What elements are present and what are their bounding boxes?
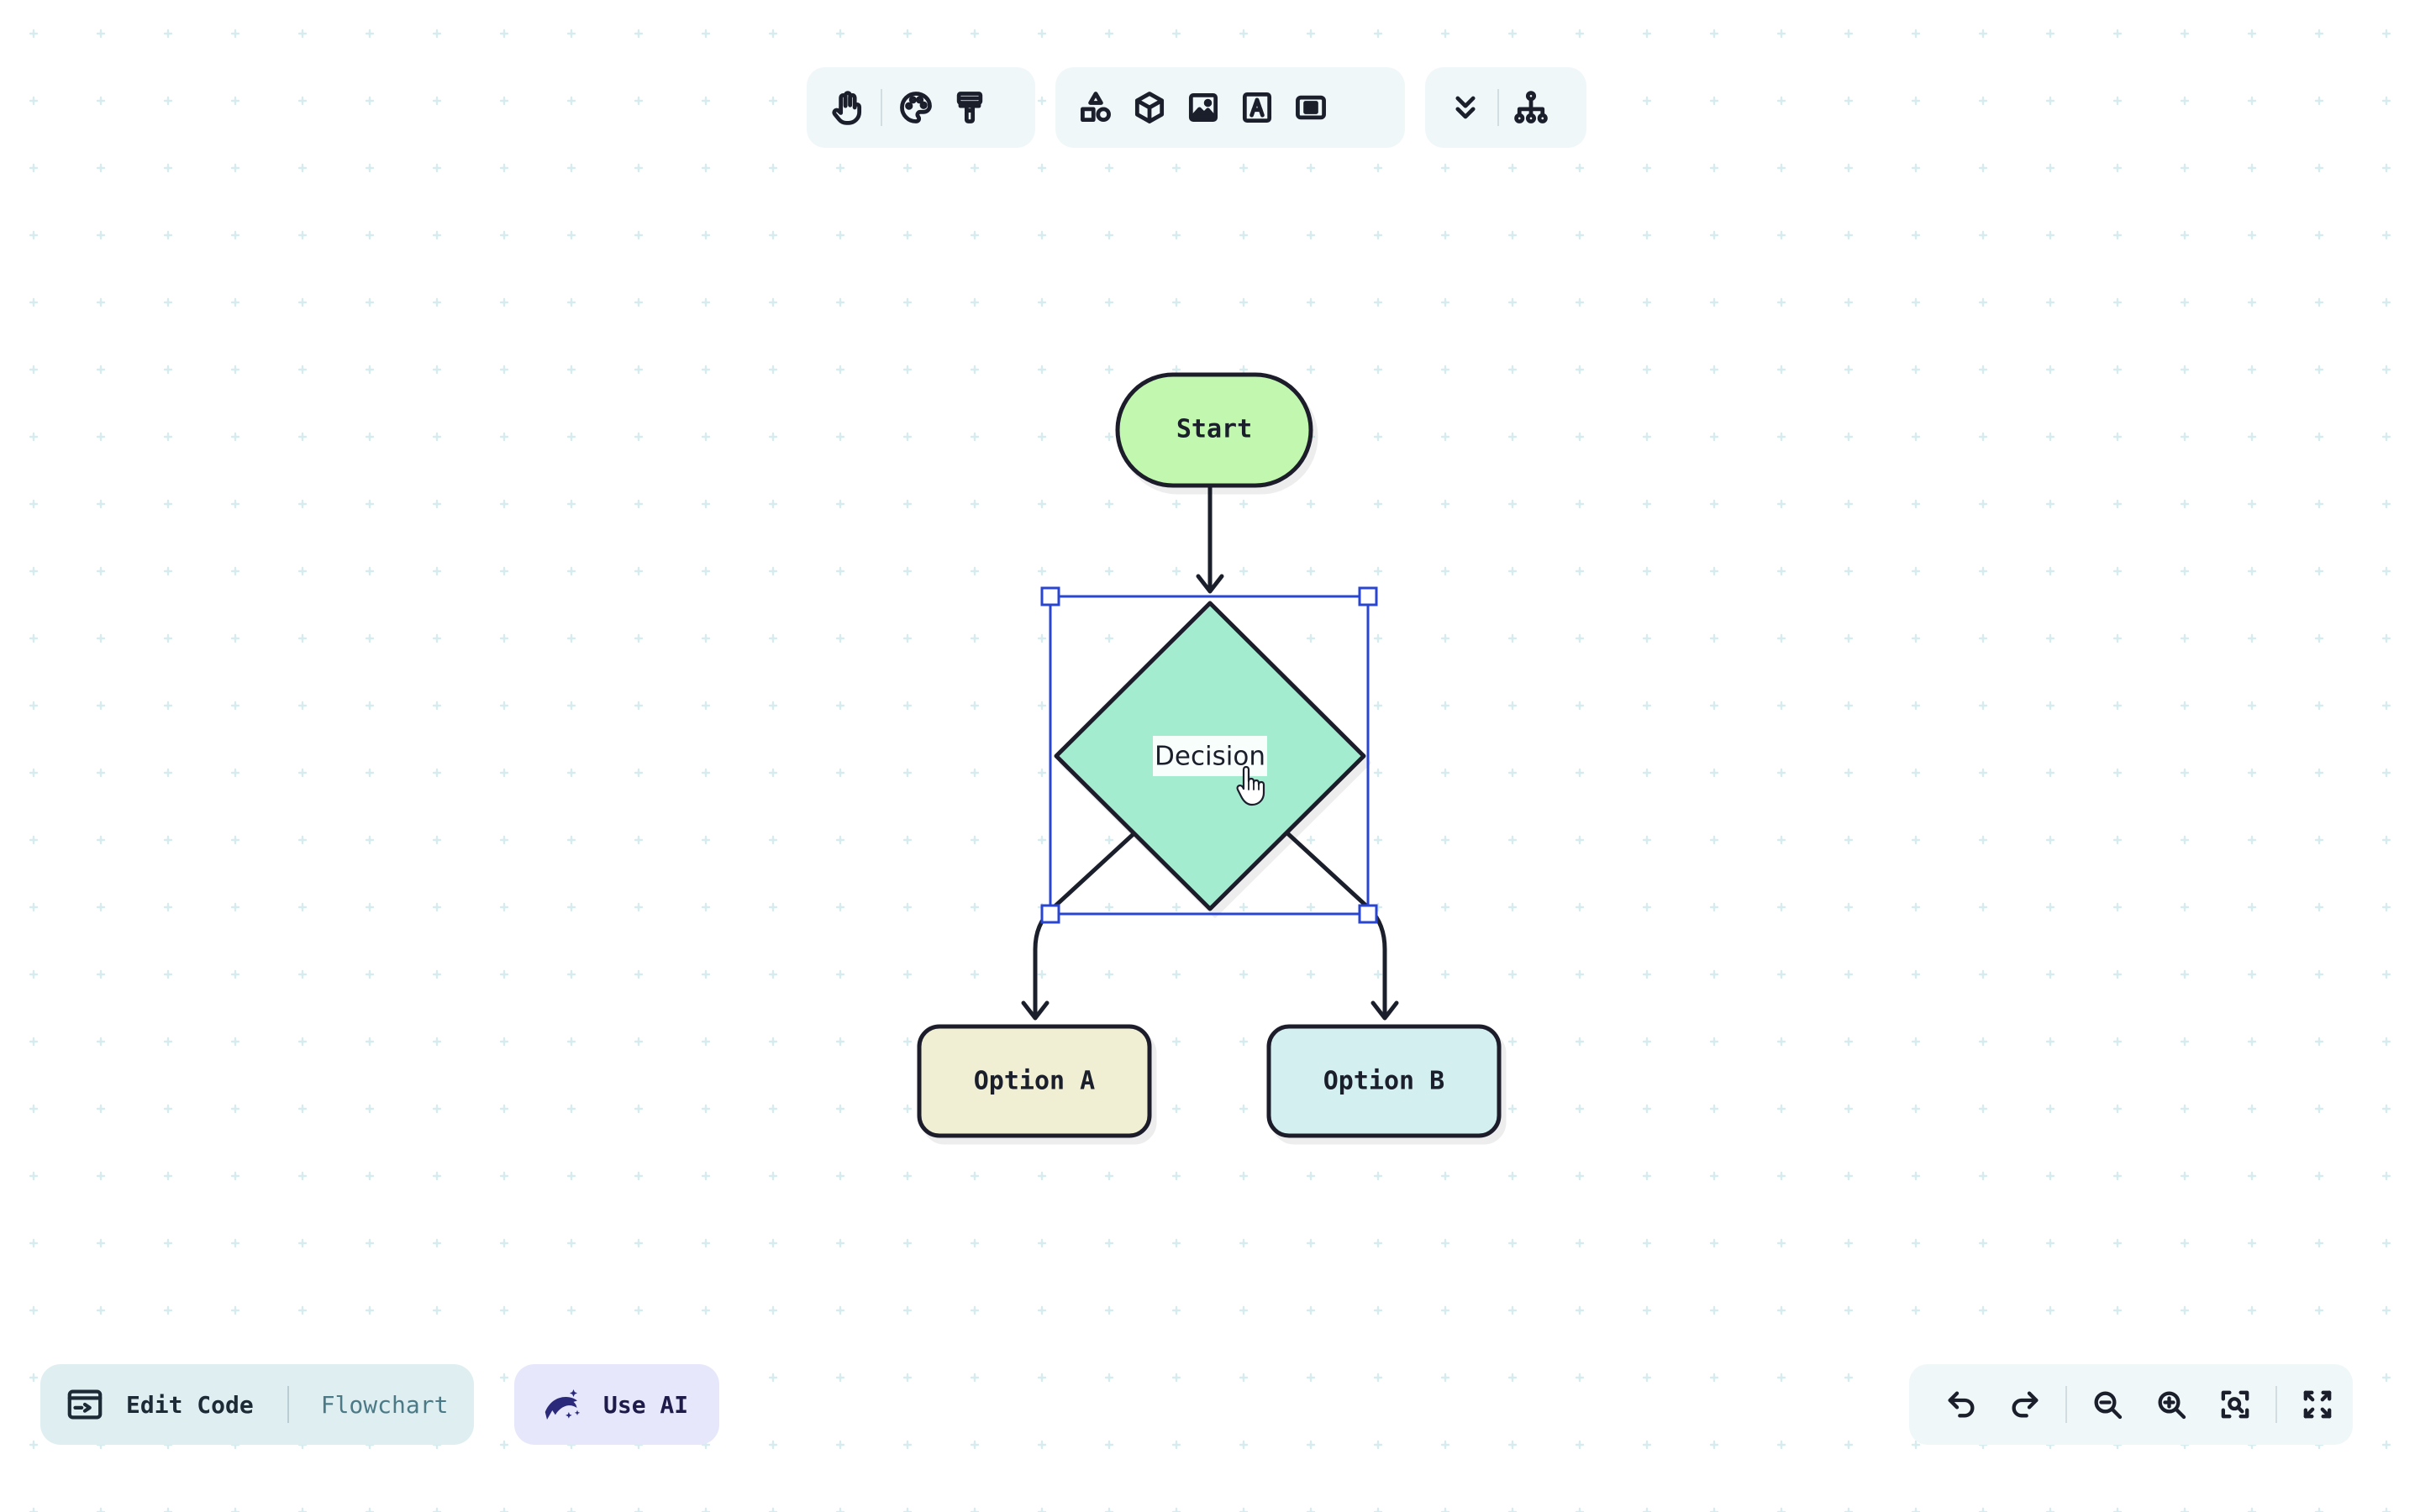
node-option-a-label: Option A [974,1067,1096,1096]
auto-layout-button[interactable] [1504,81,1558,134]
shapes-icon [1081,92,1111,123]
hierarchy-icon [1514,91,1548,123]
toolbar-group-misc [1425,67,1586,148]
undo-icon [1948,1391,1975,1418]
text-icon [1242,92,1272,123]
fullscreen-icon [2303,1390,2332,1419]
fullscreen-button[interactable] [2286,1378,2349,1431]
color-palette-button[interactable] [889,81,943,134]
node-option-b-label: Option B [1323,1067,1445,1096]
node-option-b[interactable]: Option B [1266,1024,1502,1138]
palette-icon [900,92,932,123]
diagram-type-label[interactable]: Flowchart [321,1391,449,1419]
toolbar-group-insert [1055,67,1405,148]
shapes-tool-button[interactable] [1069,81,1123,134]
hand-icon [832,91,862,125]
chevrons-down-icon [1455,96,1476,119]
zoom-out-icon [2094,1391,2123,1420]
paint-roller-icon [956,92,983,123]
zoom-in-button[interactable] [2139,1378,2203,1431]
edit-code-panel: Edit Code Flowchart [40,1364,474,1445]
zoom-to-fit-button[interactable] [2203,1378,2267,1431]
undo-button[interactable] [1929,1378,1993,1431]
3d-shape-tool-button[interactable] [1123,81,1176,134]
use-ai-button[interactable]: Use AI [514,1364,719,1445]
frame-tool-button[interactable] [1284,81,1338,134]
hand-tool-button[interactable] [820,81,874,134]
toolbar-separator [881,89,882,126]
image-icon [1188,92,1218,123]
zoom-out-button[interactable] [2075,1378,2139,1431]
resize-handle-top-right[interactable] [1358,586,1378,606]
redo-icon [2012,1391,2039,1418]
toolbar-separator [1497,89,1499,126]
format-painter-button[interactable] [943,81,997,134]
toolbar-group-navigation [807,67,1035,148]
ai-dolphin-icon [539,1382,585,1427]
resize-handle-bottom-left[interactable] [1040,904,1060,924]
diagram-canvas[interactable]: Start Decision Option A Option B [0,0,2420,1512]
view-controls [1909,1364,2353,1445]
cube-icon [1134,92,1165,123]
text-tool-button[interactable] [1230,81,1284,134]
resize-handle-top-left[interactable] [1040,586,1060,606]
image-tool-button[interactable] [1176,81,1230,134]
zoom-fit-icon [2221,1390,2249,1419]
toolbar-separator [2065,1386,2067,1423]
node-option-a[interactable]: Option A [917,1024,1152,1138]
use-ai-label: Use AI [603,1390,689,1419]
redo-button[interactable] [1993,1378,2057,1431]
panel-separator [287,1386,289,1423]
code-editor-icon [66,1385,104,1424]
frame-icon [1296,95,1326,120]
more-tools-button[interactable] [1439,81,1492,134]
resize-handle-bottom-right[interactable] [1358,904,1378,924]
toolbar-separator [2275,1386,2277,1423]
node-start-label: Start [1176,415,1252,444]
zoom-in-icon [2158,1391,2186,1420]
node-start[interactable]: Start [1115,372,1313,488]
edit-code-button[interactable]: Edit Code [126,1391,254,1419]
